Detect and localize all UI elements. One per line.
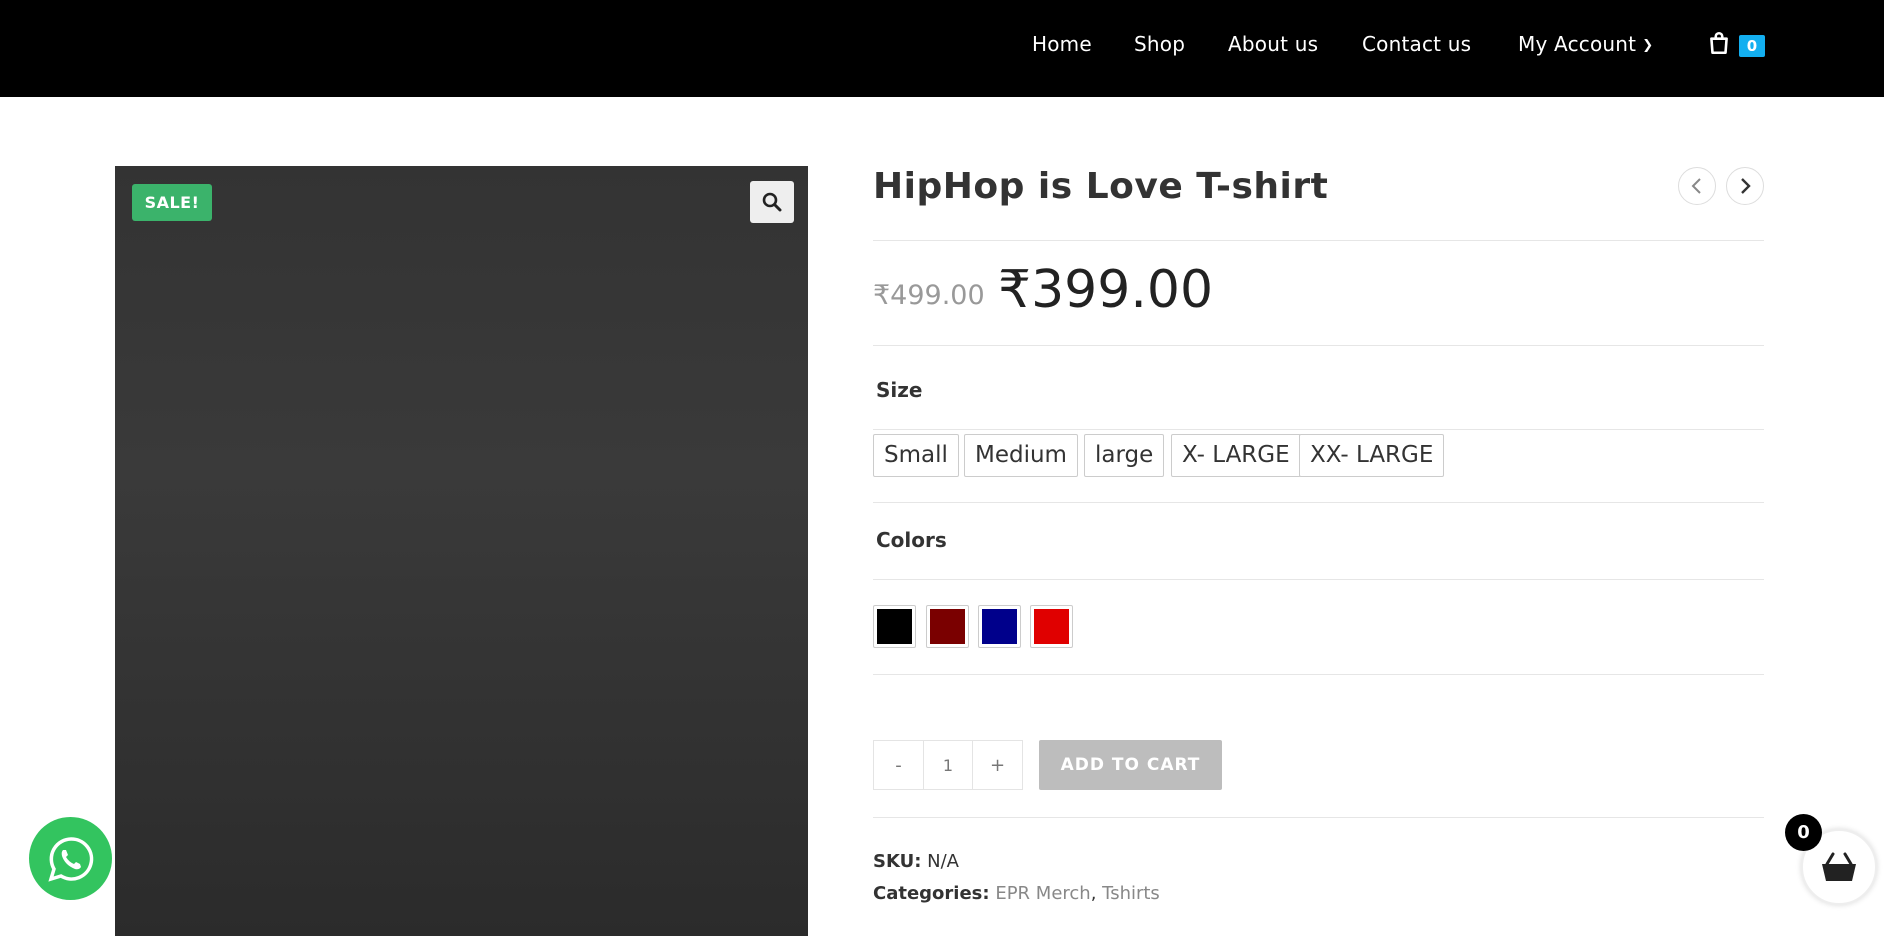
color-swatch-navy[interactable]	[978, 605, 1021, 648]
divider	[873, 345, 1764, 346]
whatsapp-icon	[47, 836, 93, 882]
color-swatch-black[interactable]	[873, 605, 916, 648]
floating-cart-count: 0	[1785, 814, 1822, 851]
color-swatch-maroon[interactable]	[926, 605, 969, 648]
nav-my-account-label: My Account	[1518, 32, 1637, 56]
divider	[873, 429, 1764, 430]
size-option-large[interactable]: large	[1084, 434, 1165, 477]
divider	[873, 502, 1764, 503]
search-icon	[762, 192, 782, 212]
sku-value: N/A	[927, 851, 959, 872]
basket-icon	[1822, 852, 1856, 881]
categories-label: Categories:	[873, 883, 990, 904]
nav-home[interactable]: Home	[1032, 32, 1092, 56]
divider	[873, 817, 1764, 818]
whatsapp-button[interactable]	[29, 817, 112, 900]
previous-product-button[interactable]	[1678, 167, 1716, 205]
sku-label: SKU:	[873, 851, 922, 872]
shopping-bag-icon[interactable]	[1706, 30, 1732, 56]
nav-contact-us[interactable]: Contact us	[1362, 32, 1471, 56]
sale-price: ₹399.00	[998, 260, 1214, 320]
quantity-stepper: - 1 +	[873, 740, 1023, 790]
sku-row: SKU: N/A	[873, 851, 959, 872]
image-background	[115, 166, 808, 936]
chevron-down-icon: ❯	[1642, 38, 1654, 53]
sale-badge: SALE!	[132, 184, 212, 221]
header-cart-count: 0	[1739, 35, 1765, 57]
product-image[interactable]: HIPHOP IS LOVE HIP HOP	[115, 166, 808, 936]
quantity-decrease-button[interactable]: -	[874, 741, 923, 789]
size-label: Size	[876, 378, 923, 402]
product-title: HipHop is Love T-shirt	[873, 166, 1329, 207]
category-link-tshirts[interactable]: Tshirts	[1102, 883, 1160, 904]
color-swatch-red[interactable]	[1030, 605, 1073, 648]
categories-row: Categories: EPR Merch, Tshirts	[873, 883, 1160, 904]
colors-label: Colors	[876, 528, 947, 552]
category-link-epr-merch[interactable]: EPR Merch	[995, 883, 1090, 904]
category-separator: ,	[1090, 883, 1097, 904]
divider	[873, 240, 1764, 241]
next-product-button[interactable]	[1726, 167, 1764, 205]
zoom-button[interactable]	[750, 181, 794, 223]
size-option-small[interactable]: Small	[873, 434, 959, 477]
nav-my-account[interactable]: My Account ❯	[1518, 32, 1653, 56]
chevron-right-icon	[1741, 178, 1751, 194]
divider	[873, 579, 1764, 580]
size-option-x-large[interactable]: X- LARGE	[1171, 434, 1301, 477]
chevron-left-icon	[1691, 178, 1701, 194]
add-to-cart-button[interactable]: ADD TO CART	[1039, 740, 1222, 790]
nav-shop[interactable]: Shop	[1134, 32, 1185, 56]
quantity-input[interactable]: 1	[923, 741, 973, 789]
quantity-increase-button[interactable]: +	[973, 741, 1022, 789]
size-option-xx-large[interactable]: XX- LARGE	[1299, 434, 1445, 477]
old-price: ₹499.00	[873, 280, 985, 311]
size-option-medium[interactable]: Medium	[964, 434, 1078, 477]
divider	[873, 674, 1764, 675]
nav-about-us[interactable]: About us	[1228, 32, 1318, 56]
